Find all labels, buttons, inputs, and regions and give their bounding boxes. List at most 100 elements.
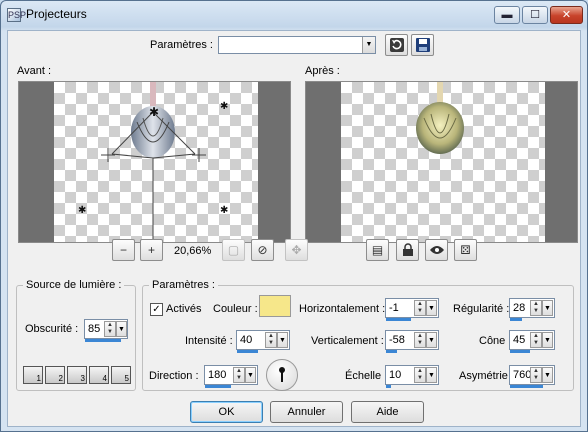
scale-up-down[interactable]: ▲ ▼ [414, 367, 426, 383]
regularity-slider[interactable] [510, 318, 523, 321]
presets-label: Paramètres : [150, 39, 213, 51]
window-title: Projecteurs [26, 7, 87, 21]
before-preview[interactable]: ✱ ✱ ✱ ✱ [18, 81, 291, 243]
horizontal-up-down[interactable]: ▲ ▼ [414, 300, 426, 316]
scale-slider[interactable] [386, 385, 392, 388]
darkness-label: Obscurité : [25, 323, 79, 335]
regularity-spinner[interactable]: 28 ▲ ▼ ▼ [509, 298, 555, 321]
save-icon [415, 38, 430, 52]
asymmetry-up-down[interactable]: ▲ ▼ [530, 367, 542, 383]
lock-icon [402, 243, 413, 256]
intensity-up-down[interactable]: ▲ ▼ [265, 332, 277, 348]
after-label: Après : [305, 65, 340, 77]
light-slot-4[interactable]: 4 [89, 366, 109, 384]
intensity-slider[interactable] [237, 350, 258, 353]
active-label: Activés [166, 303, 202, 315]
svg-text:✱: ✱ [220, 101, 228, 112]
dialog-body: Paramètres : ▼ Avant : Après : ✱ ✱ ✱ ✱ −… [7, 30, 581, 427]
color-label: Couleur : [213, 303, 258, 315]
vertical-value: -58 [389, 334, 405, 346]
direction-slider[interactable] [205, 385, 231, 388]
light-slot-5[interactable]: 5 [111, 366, 131, 384]
after-preview [305, 81, 578, 243]
darkness-spinner[interactable]: 85 ▲ ▼ ▼ [84, 319, 128, 342]
preview-on-image-button[interactable]: ▢ [222, 239, 245, 261]
scale-slider-dropdown[interactable]: ▼ [426, 367, 437, 383]
reset-presets-button[interactable] [385, 34, 408, 56]
horizontal-slider[interactable] [386, 318, 411, 321]
reset-icon [389, 38, 404, 52]
light-source-title: Source de lumière : [23, 279, 125, 291]
cone-slider[interactable] [510, 350, 530, 353]
color-swatch[interactable] [259, 295, 291, 317]
direction-up-down[interactable]: ▲ ▼ [233, 367, 245, 383]
intensity-slider-dropdown[interactable]: ▼ [277, 332, 288, 348]
maximize-button[interactable]: ☐ [522, 6, 548, 24]
svg-text:✱: ✱ [78, 205, 86, 216]
cone-spinner[interactable]: 45 ▲ ▼ ▼ [509, 330, 555, 353]
eye-icon [429, 246, 444, 254]
vertical-up-down[interactable]: ▲ ▼ [414, 332, 426, 348]
horizontal-slider-dropdown[interactable]: ▼ [426, 300, 437, 316]
presets-combo[interactable]: ▼ [218, 36, 376, 54]
darkness-up-down[interactable]: ▲ ▼ [104, 321, 116, 337]
horizontal-value: -1 [389, 302, 399, 314]
randomize-button[interactable]: ⚄ [454, 239, 477, 261]
show-both-previews-button[interactable]: ▤ [366, 239, 389, 261]
light-slot-3[interactable]: 3 [67, 366, 87, 384]
preview-icon: ▢ [227, 243, 240, 257]
before-image: ✱ ✱ ✱ ✱ [78, 82, 228, 242]
horizontal-label: Horizontalement : [299, 303, 386, 315]
help-button[interactable]: Aide [351, 401, 424, 423]
navigate-button[interactable]: ✥ [285, 239, 308, 261]
vertical-label: Verticalement : [311, 335, 384, 347]
title-bar[interactable]: PSP Projecteurs ▬ ☐ ✕ [1, 1, 587, 29]
direction-dial[interactable] [266, 359, 298, 391]
regularity-slider-dropdown[interactable]: ▼ [542, 300, 553, 316]
eye-toggle-button[interactable] [425, 239, 448, 261]
proof-button[interactable]: ⊘ [251, 239, 274, 261]
vertical-slider[interactable] [386, 350, 398, 353]
regularity-value: 28 [513, 302, 526, 314]
navigate-icon: ✥ [291, 243, 302, 257]
scale-value: 10 [389, 369, 402, 381]
zoom-in-button[interactable]: + [140, 239, 163, 261]
regularity-label: Régularité : [453, 303, 510, 315]
minimize-button[interactable]: ▬ [494, 6, 520, 24]
chevron-down-icon[interactable]: ▼ [362, 37, 375, 53]
asymmetry-slider-dropdown[interactable]: ▼ [542, 367, 553, 383]
ok-button[interactable]: OK [190, 401, 263, 423]
vertical-slider-dropdown[interactable]: ▼ [426, 332, 437, 348]
parameters-title: Paramètres : [149, 279, 218, 291]
regularity-up-down[interactable]: ▲ ▼ [530, 300, 542, 316]
light-source-group: Source de lumière : Obscurité : 85 ▲ ▼ ▼ … [16, 279, 136, 391]
zoom-in-icon: + [147, 243, 155, 257]
direction-arrow-icon [279, 367, 285, 382]
cone-up-down[interactable]: ▲ ▼ [530, 332, 542, 348]
asymmetry-slider[interactable] [510, 385, 544, 388]
darkness-slider-dropdown[interactable]: ▼ [116, 321, 127, 337]
close-button[interactable]: ✕ [550, 6, 583, 24]
vertical-spinner[interactable]: -58 ▲ ▼ ▼ [385, 330, 439, 353]
cone-slider-dropdown[interactable]: ▼ [542, 332, 553, 348]
light-slot-2[interactable]: 2 [45, 366, 65, 384]
cone-value: 45 [513, 334, 526, 346]
direction-slider-dropdown[interactable]: ▼ [245, 367, 256, 383]
intensity-spinner[interactable]: 40 ▲ ▼ ▼ [236, 330, 290, 353]
light-slot-1[interactable]: 1 [23, 366, 43, 384]
dice-icon: ⚄ [460, 243, 471, 257]
zoom-out-button[interactable]: − [112, 239, 135, 261]
darkness-value: 85 [88, 323, 101, 335]
lock-settings-button[interactable] [396, 239, 419, 261]
direction-spinner[interactable]: 180 ▲ ▼ ▼ [204, 365, 258, 388]
cancel-button[interactable]: Annuler [270, 401, 343, 423]
active-checkbox[interactable]: ✓ [150, 303, 163, 316]
asymmetry-spinner[interactable]: 760 ▲ ▼ ▼ [509, 365, 555, 388]
after-image [416, 82, 464, 154]
direction-value: 180 [208, 369, 227, 381]
darkness-slider[interactable] [85, 339, 121, 342]
save-preset-button[interactable] [411, 34, 434, 56]
horizontal-spinner[interactable]: -1 ▲ ▼ ▼ [385, 298, 439, 321]
scale-label: Échelle : [345, 370, 388, 382]
scale-spinner[interactable]: 10 ▲ ▼ ▼ [385, 365, 439, 388]
